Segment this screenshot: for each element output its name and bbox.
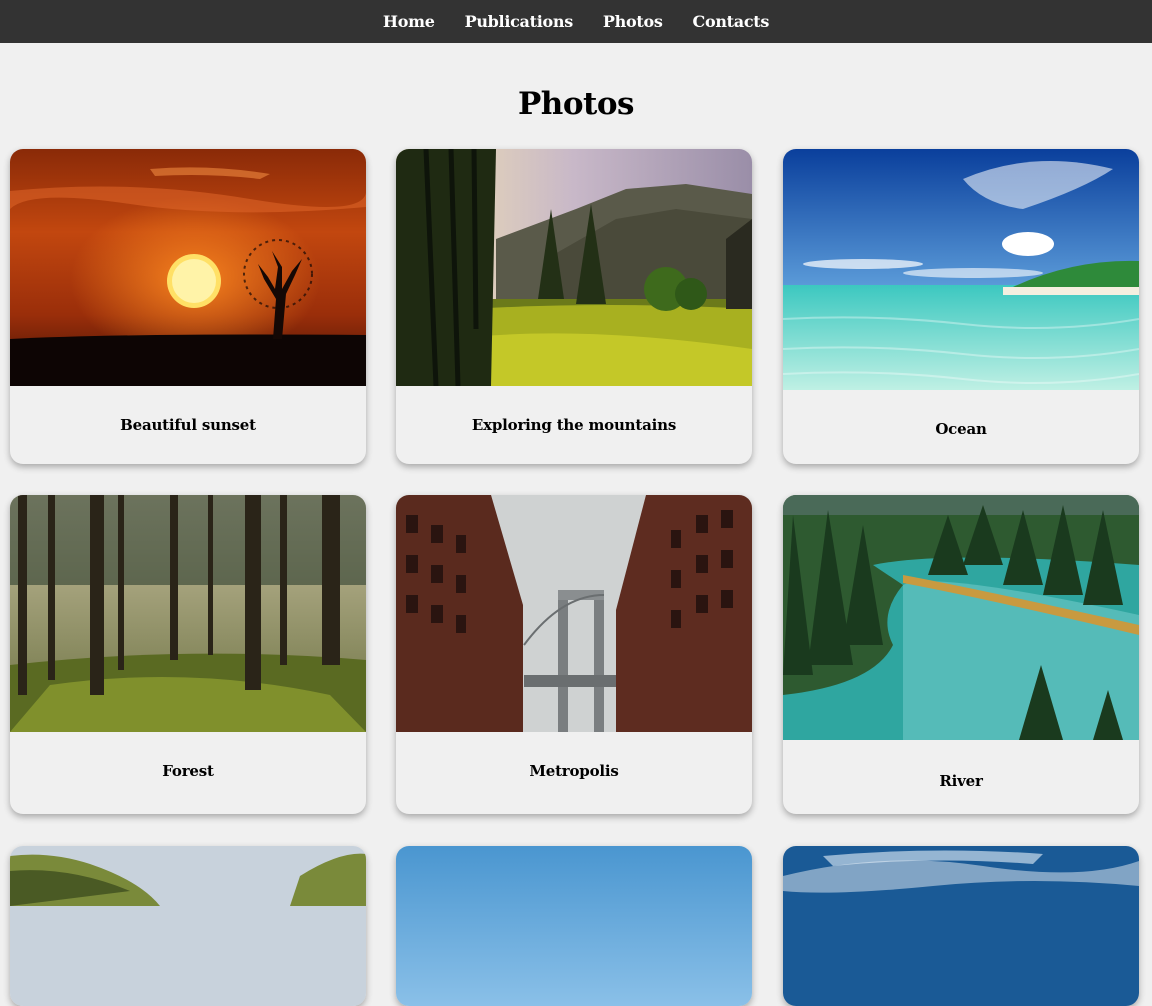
city-bridge-image xyxy=(396,495,752,732)
photo-card-sunset[interactable]: Beautiful sunset xyxy=(10,149,366,464)
photo-card-ocean[interactable]: Ocean xyxy=(783,149,1139,464)
photo-card-river[interactable]: River xyxy=(783,495,1139,814)
forest-image xyxy=(10,495,366,732)
photo-card-metropolis[interactable]: Metropolis xyxy=(396,495,752,814)
photo-caption: Exploring the mountains xyxy=(471,416,677,434)
tropical-ocean-image xyxy=(783,149,1139,390)
photo-card-forest[interactable]: Forest xyxy=(10,495,366,814)
photo-caption: Ocean xyxy=(935,420,987,438)
photo-caption: River xyxy=(939,772,983,790)
photo-caption: Forest xyxy=(162,762,214,780)
sunset-tree-image xyxy=(10,149,366,386)
photo-card-sky[interactable] xyxy=(396,846,752,1006)
river-forest-image xyxy=(783,495,1139,740)
cloudy-sky-image xyxy=(783,846,1139,1006)
photo-caption: Beautiful sunset xyxy=(120,416,256,434)
blue-sky-image xyxy=(396,846,752,1006)
photo-caption: Metropolis xyxy=(529,762,619,780)
photo-grid: Beautiful sunset Exploring the mountains… xyxy=(0,0,1152,1006)
photo-card-hills[interactable] xyxy=(10,846,366,1006)
green-hills-image xyxy=(10,846,366,1006)
photo-card-clouds[interactable] xyxy=(783,846,1139,1006)
mountain-forest-image xyxy=(396,149,752,386)
photo-card-mountains[interactable]: Exploring the mountains xyxy=(396,149,752,464)
